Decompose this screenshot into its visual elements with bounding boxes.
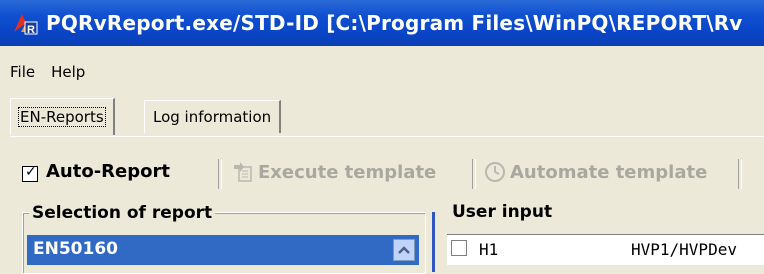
user-input-group: User input H1 HVP1/HVPDev	[432, 202, 764, 272]
tab-log-information-label: Log information	[153, 108, 272, 126]
clock-icon	[484, 161, 506, 183]
tab-panel-border	[10, 136, 764, 137]
list-item[interactable]: EN50160	[27, 235, 419, 265]
user-input-title: User input	[449, 202, 556, 222]
user-input-value[interactable]: HVP1/HVPDev	[631, 240, 737, 259]
selection-of-report-group: Selection of report EN50160	[22, 203, 426, 274]
check-icon: ✓	[25, 164, 37, 180]
execute-template-button[interactable]: Execute template	[232, 161, 436, 183]
user-input-checkbox[interactable]	[451, 240, 467, 256]
toolbar-separator	[472, 159, 476, 189]
toolbar: ✓ Auto-Report Execute template Automate …	[22, 157, 764, 193]
list-item-label: EN50160	[33, 239, 118, 259]
tab-strip: EN-Reports Log information	[10, 98, 764, 138]
toolbar-separator	[738, 159, 742, 189]
tab-en-reports-label: EN-Reports	[18, 107, 106, 127]
menu-file[interactable]: File	[0, 63, 43, 81]
execute-template-icon	[232, 161, 254, 183]
menu-bar: File Help	[0, 56, 93, 88]
user-input-name: H1	[479, 240, 499, 259]
automate-template-label: Automate template	[510, 161, 708, 183]
window-title: PQRvReport.exe/STD-ID [C:\Program Files\…	[46, 11, 743, 35]
toolbar-separator	[218, 159, 222, 189]
svg-text:R: R	[27, 24, 35, 36]
chevron-up-icon	[398, 246, 410, 254]
tab-log-information[interactable]: Log information	[144, 100, 282, 133]
app-icon: R	[12, 10, 38, 36]
execute-template-label: Execute template	[258, 161, 437, 183]
scroll-up-button[interactable]	[393, 239, 415, 261]
menu-help[interactable]: Help	[43, 63, 93, 81]
tab-en-reports[interactable]: EN-Reports	[10, 98, 115, 135]
title-bar: R PQRvReport.exe/STD-ID [C:\Program File…	[0, 0, 764, 46]
auto-report-label[interactable]: Auto-Report	[46, 161, 170, 182]
selection-of-report-title: Selection of report	[29, 203, 216, 223]
automate-template-button[interactable]: Automate template	[484, 161, 707, 183]
user-input-list: H1 HVP1/HVPDev	[447, 234, 764, 265]
auto-report-checkbox[interactable]: ✓	[22, 164, 38, 182]
